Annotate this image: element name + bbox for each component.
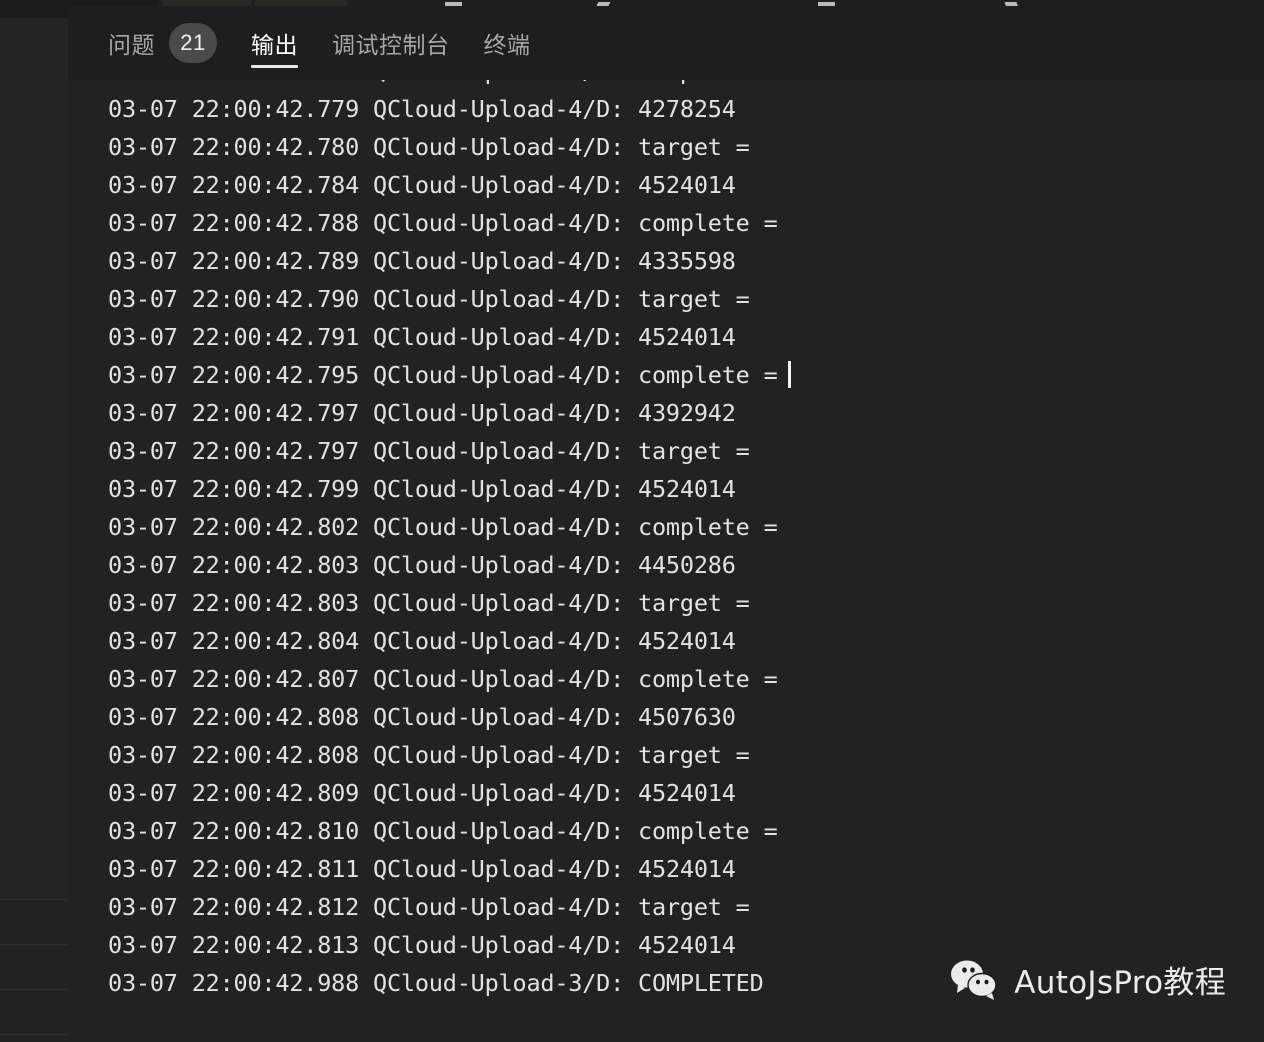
log-line: 03-07 22:00:42.788 QCloud-Upload-4/D: co… [108, 204, 1264, 242]
log-line-text: 03-07 22:00:42.988 QCloud-Upload-3/D: CO… [108, 969, 764, 997]
panel-tab-bar: 问题 21 输出 调试控制台 终端 [68, 6, 1264, 80]
log-line-text: 03-07 22:00:42.788 QCloud-Upload-4/D: co… [108, 209, 778, 237]
log-line-text: 03-07 22:00:42.779 QCloud-Upload-4/D: 42… [108, 95, 736, 123]
log-line: 03-07 22:00:42.784 QCloud-Upload-4/D: 45… [108, 166, 1264, 204]
tab-problems[interactable]: 问题 21 [108, 6, 217, 80]
left-rail-divider [0, 899, 68, 900]
output-log-list: 03-07 22:00:42.777 QCloud-Upload-4/D: co… [68, 80, 1264, 1002]
log-line-text: 03-07 22:00:42.789 QCloud-Upload-4/D: 43… [108, 247, 736, 275]
log-line: 03-07 22:00:42.795 QCloud-Upload-4/D: co… [108, 356, 1264, 394]
log-line-text: 03-07 22:00:42.809 QCloud-Upload-4/D: 45… [108, 779, 736, 807]
tab-terminal-label: 终端 [483, 32, 531, 58]
log-line-text: 03-07 22:00:42.808 QCloud-Upload-4/D: ta… [108, 741, 750, 769]
log-line: 03-07 22:00:42.803 QCloud-Upload-4/D: 44… [108, 546, 1264, 584]
log-line-text: 03-07 22:00:42.803 QCloud-Upload-4/D: 44… [108, 551, 736, 579]
log-line-text: 03-07 22:00:42.784 QCloud-Upload-4/D: 45… [108, 171, 736, 199]
left-rail-divider [0, 1034, 68, 1035]
log-line-text: 03-07 22:00:42.810 QCloud-Upload-4/D: co… [108, 817, 778, 845]
log-line: 03-07 22:00:42.803 QCloud-Upload-4/D: ta… [108, 584, 1264, 622]
log-line: 03-07 22:00:42.791 QCloud-Upload-4/D: 45… [108, 318, 1264, 356]
log-line-text: 03-07 22:00:42.791 QCloud-Upload-4/D: 45… [108, 323, 736, 351]
log-line: 03-07 22:00:42.813 QCloud-Upload-4/D: 45… [108, 926, 1264, 964]
output-log-viewport[interactable]: 03-07 22:00:42.777 QCloud-Upload-4/D: co… [68, 80, 1264, 1042]
left-rail-divider [0, 944, 68, 945]
log-line-text: 03-07 22:00:42.780 QCloud-Upload-4/D: ta… [108, 133, 750, 161]
problems-count-badge: 21 [169, 23, 217, 63]
log-line: 03-07 22:00:42.779 QCloud-Upload-4/D: 42… [108, 90, 1264, 128]
log-line: 03-07 22:00:42.797 QCloud-Upload-4/D: ta… [108, 432, 1264, 470]
log-line-text: 03-07 22:00:42.804 QCloud-Upload-4/D: 45… [108, 627, 736, 655]
log-line: 03-07 22:00:42.808 QCloud-Upload-4/D: 45… [108, 698, 1264, 736]
log-line-text: 03-07 22:00:42.811 QCloud-Upload-4/D: 45… [108, 855, 736, 883]
tab-debug-console[interactable]: 调试控制台 [332, 6, 450, 80]
log-line-text: 03-07 22:00:42.777 QCloud-Upload-4/D: co… [108, 80, 778, 85]
log-line-text: 03-07 22:00:42.790 QCloud-Upload-4/D: ta… [108, 285, 750, 313]
ide-window: 问题 21 输出 调试控制台 终端 03-07 22:00:42.777 QCl… [0, 0, 1264, 1042]
log-line: 03-07 22:00:42.812 QCloud-Upload-4/D: ta… [108, 888, 1264, 926]
log-line-text: 03-07 22:00:42.795 QCloud-Upload-4/D: co… [108, 361, 778, 389]
log-line: 03-07 22:00:42.777 QCloud-Upload-4/D: co… [108, 80, 1264, 90]
tab-debug-console-label: 调试控制台 [332, 32, 450, 58]
left-rail-divider [0, 989, 68, 990]
log-line-text: 03-07 22:00:42.802 QCloud-Upload-4/D: co… [108, 513, 778, 541]
output-panel: 问题 21 输出 调试控制台 终端 03-07 22:00:42.777 QCl… [68, 6, 1264, 1042]
log-line-text: 03-07 22:00:42.807 QCloud-Upload-4/D: co… [108, 665, 778, 693]
log-line: 03-07 22:00:42.789 QCloud-Upload-4/D: 43… [108, 242, 1264, 280]
log-line-text: 03-07 22:00:42.797 QCloud-Upload-4/D: ta… [108, 437, 750, 465]
log-line-text: 03-07 22:00:42.803 QCloud-Upload-4/D: ta… [108, 589, 750, 617]
text-caret [787, 361, 791, 388]
tab-output[interactable]: 输出 [251, 6, 298, 80]
tab-problems-label: 问题 [108, 32, 155, 58]
log-line-text: 03-07 22:00:42.797 QCloud-Upload-4/D: 43… [108, 399, 736, 427]
log-line: 03-07 22:00:42.797 QCloud-Upload-4/D: 43… [108, 394, 1264, 432]
log-line-text: 03-07 22:00:42.813 QCloud-Upload-4/D: 45… [108, 931, 736, 959]
log-line-text: 03-07 22:00:42.799 QCloud-Upload-4/D: 45… [108, 475, 736, 503]
tab-output-label: 输出 [251, 32, 298, 58]
log-line: 03-07 22:00:42.790 QCloud-Upload-4/D: ta… [108, 280, 1264, 318]
log-line-text: 03-07 22:00:42.812 QCloud-Upload-4/D: ta… [108, 893, 750, 921]
log-line: 03-07 22:00:42.807 QCloud-Upload-4/D: co… [108, 660, 1264, 698]
log-line: 03-07 22:00:42.809 QCloud-Upload-4/D: 45… [108, 774, 1264, 812]
active-tab-underline [251, 65, 298, 68]
left-rail-upper [0, 18, 68, 898]
log-line: 03-07 22:00:42.988 QCloud-Upload-3/D: CO… [108, 964, 1264, 1002]
left-rail [0, 18, 68, 1042]
log-line: 03-07 22:00:42.780 QCloud-Upload-4/D: ta… [108, 128, 1264, 166]
log-line: 03-07 22:00:42.802 QCloud-Upload-4/D: co… [108, 508, 1264, 546]
log-line: 03-07 22:00:42.799 QCloud-Upload-4/D: 45… [108, 470, 1264, 508]
log-line: 03-07 22:00:42.810 QCloud-Upload-4/D: co… [108, 812, 1264, 850]
log-line: 03-07 22:00:42.811 QCloud-Upload-4/D: 45… [108, 850, 1264, 888]
log-line-text: 03-07 22:00:42.808 QCloud-Upload-4/D: 45… [108, 703, 736, 731]
log-line: 03-07 22:00:42.804 QCloud-Upload-4/D: 45… [108, 622, 1264, 660]
log-line: 03-07 22:00:42.808 QCloud-Upload-4/D: ta… [108, 736, 1264, 774]
tab-terminal[interactable]: 终端 [484, 6, 531, 80]
